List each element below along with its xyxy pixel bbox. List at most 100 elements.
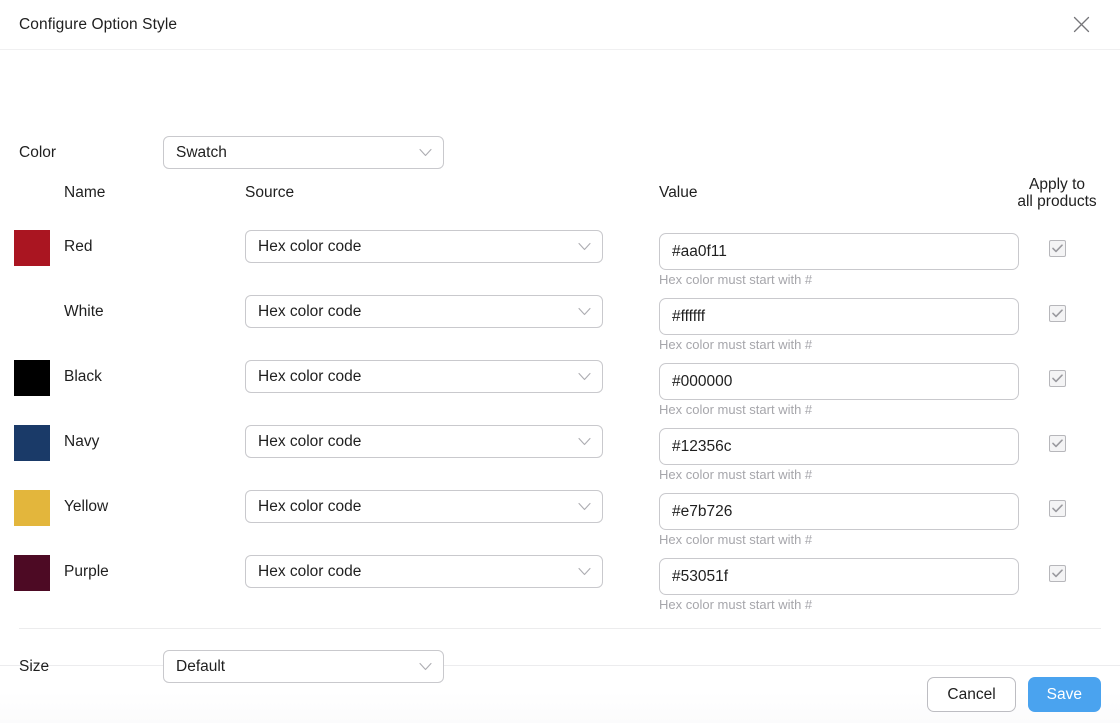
option-source-select-value: Hex color code <box>258 432 362 450</box>
option-value-input[interactable] <box>659 233 1019 270</box>
option-source-select-value: Hex color code <box>258 367 362 385</box>
table-row: Navy Hex color code Hex color must start w… <box>0 419 1120 484</box>
option-value-hint: Hex color must start with # <box>659 467 813 482</box>
chevron-down-icon <box>578 433 591 451</box>
option-value-cell: Hex color must start with # <box>659 363 1019 418</box>
column-header-apply-line1: Apply to <box>1028 176 1085 193</box>
apply-to-all-products-checkbox[interactable] <box>1048 435 1066 453</box>
apply-to-all-products-checkbox[interactable] <box>1048 240 1066 258</box>
check-icon <box>1051 500 1063 518</box>
option-value-hint: Hex color must start with # <box>659 272 813 287</box>
column-header-apply-to-all-products: Apply to all products <box>1010 176 1104 210</box>
option-value-input[interactable] <box>659 493 1019 530</box>
option-source-select[interactable]: Hex color code <box>245 295 603 328</box>
option-source-select-value: Hex color code <box>258 302 362 320</box>
apply-to-all-products-cell <box>1010 500 1104 517</box>
dialog-body: Color Swatch Name Source Value Apply to … <box>0 50 1120 683</box>
chevron-down-icon <box>578 238 591 256</box>
option-source-select[interactable]: Hex color code <box>245 360 603 393</box>
close-button[interactable] <box>1064 8 1098 42</box>
size-attribute-label: Size <box>19 657 50 675</box>
size-style-select[interactable]: Default <box>163 650 444 683</box>
option-value-hint: Hex color must start with # <box>659 337 813 352</box>
apply-to-all-products-checkbox[interactable] <box>1048 500 1066 518</box>
color-swatch <box>14 490 50 526</box>
table-row: Black Hex color code Hex color must start … <box>0 354 1120 419</box>
option-value-cell: Hex color must start with # <box>659 558 1019 613</box>
color-swatch <box>14 360 50 396</box>
option-value-cell: Hex color must start with # <box>659 493 1019 548</box>
option-value-cell: Hex color must start with # <box>659 298 1019 353</box>
color-attribute-label: Color <box>19 143 57 161</box>
table-row: Purple Hex color code Hex color must start… <box>0 549 1120 614</box>
color-style-select[interactable]: Swatch <box>163 136 444 169</box>
chevron-down-icon <box>578 368 591 386</box>
close-icon <box>1072 15 1091 34</box>
check-icon <box>1051 435 1063 453</box>
option-name: Navy <box>64 433 100 450</box>
option-name: Red <box>64 238 93 255</box>
apply-to-all-products-cell <box>1010 565 1104 582</box>
option-source-select[interactable]: Hex color code <box>245 230 603 263</box>
chevron-down-icon <box>578 303 591 321</box>
column-header-apply-line2: all products <box>1017 193 1097 210</box>
option-source-select-value: Hex color code <box>258 237 362 255</box>
color-style-select-value: Swatch <box>176 143 227 161</box>
apply-to-all-products-cell <box>1010 240 1104 257</box>
table-row: Red Hex color code Hex color must start wi… <box>0 224 1120 289</box>
option-name: White <box>64 303 104 320</box>
size-attribute-row: Size Default <box>19 650 444 683</box>
color-attribute-row: Color Swatch <box>19 136 444 169</box>
page-title: Configure Option Style <box>19 15 178 33</box>
chevron-down-icon <box>578 563 591 581</box>
option-value-cell: Hex color must start with # <box>659 233 1019 288</box>
apply-to-all-products-cell <box>1010 370 1104 387</box>
option-value-hint: Hex color must start with # <box>659 402 813 417</box>
option-source-select-value: Hex color code <box>258 562 362 580</box>
option-source-select[interactable]: Hex color code <box>245 490 603 523</box>
option-value-hint: Hex color must start with # <box>659 532 813 547</box>
option-value-input[interactable] <box>659 428 1019 465</box>
column-header-name: Name <box>64 184 106 201</box>
option-source-select-value: Hex color code <box>258 497 362 515</box>
apply-to-all-products-checkbox[interactable] <box>1048 305 1066 323</box>
option-value-input[interactable] <box>659 363 1019 400</box>
chevron-down-icon <box>419 658 432 676</box>
color-swatch <box>14 555 50 591</box>
table-row: White Hex color code Hex color must start … <box>0 289 1120 354</box>
color-swatch <box>14 230 50 266</box>
dialog-header: Configure Option Style <box>0 0 1120 50</box>
option-name: Purple <box>64 563 109 580</box>
option-name: Black <box>64 368 102 385</box>
apply-to-all-products-cell <box>1010 305 1104 322</box>
check-icon <box>1051 240 1063 258</box>
table-row: Yellow Hex color code Hex color must start… <box>0 484 1120 549</box>
option-source-select[interactable]: Hex color code <box>245 555 603 588</box>
check-icon <box>1051 305 1063 323</box>
option-value-cell: Hex color must start with # <box>659 428 1019 483</box>
options-table-header: Name Source Value Apply to all products <box>0 176 1120 224</box>
chevron-down-icon <box>419 144 432 162</box>
configure-option-style-dialog: Configure Option Style Color Swatch Name… <box>0 0 1120 723</box>
column-header-source: Source <box>245 184 295 201</box>
apply-to-all-products-cell <box>1010 435 1104 452</box>
apply-to-all-products-checkbox[interactable] <box>1048 565 1066 583</box>
save-button[interactable]: Save <box>1027 677 1101 712</box>
option-value-hint: Hex color must start with # <box>659 597 813 612</box>
option-value-input[interactable] <box>659 558 1019 595</box>
apply-to-all-products-checkbox[interactable] <box>1048 370 1066 388</box>
options-row-list: Red Hex color code Hex color must start wi… <box>0 224 1120 614</box>
color-swatch <box>14 425 50 461</box>
cancel-button[interactable]: Cancel <box>927 677 1016 712</box>
option-value-input[interactable] <box>659 298 1019 335</box>
chevron-down-icon <box>578 498 591 516</box>
option-source-select[interactable]: Hex color code <box>245 425 603 458</box>
option-name: Yellow <box>64 498 109 515</box>
color-swatch <box>14 295 50 331</box>
check-icon <box>1051 565 1063 583</box>
options-table: Name Source Value Apply to all products … <box>0 176 1120 614</box>
column-header-value: Value <box>659 184 698 201</box>
check-icon <box>1051 370 1063 388</box>
section-divider <box>19 628 1101 629</box>
size-style-select-value: Default <box>176 657 226 675</box>
